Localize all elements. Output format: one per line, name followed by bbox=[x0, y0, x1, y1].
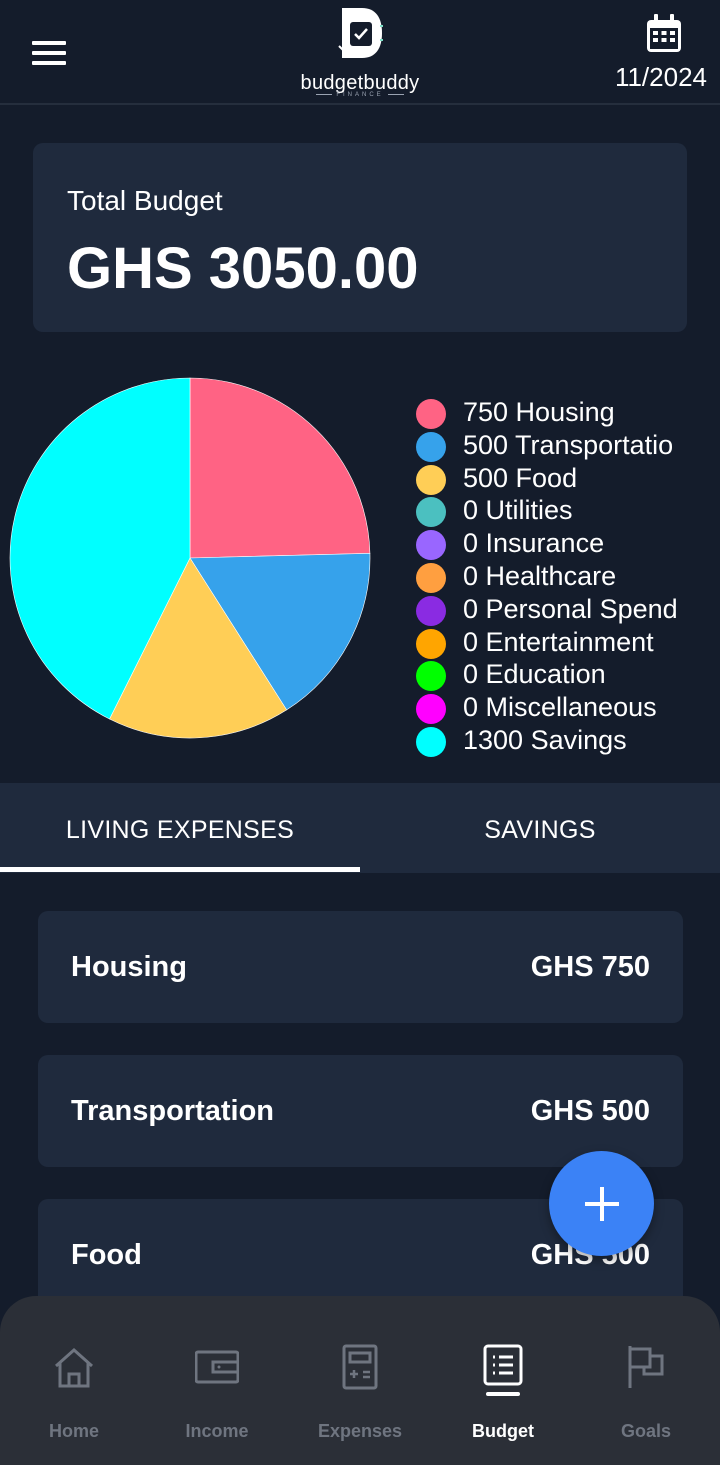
pie-slice-housing bbox=[189, 377, 371, 559]
legend-label: 0 Personal Spend bbox=[463, 593, 678, 624]
legend-label: 1300 Savings bbox=[463, 724, 627, 755]
nav-item-income[interactable]: Income bbox=[145, 1296, 289, 1465]
legend-color-swatch bbox=[416, 431, 446, 462]
legend-label: 0 Insurance bbox=[463, 528, 605, 559]
legend-color-swatch bbox=[416, 497, 446, 528]
bottom-navigation: Home Income Expenses Budget Goals bbox=[0, 1296, 720, 1465]
app-tagline: FINANCE bbox=[290, 92, 430, 98]
list-icon bbox=[483, 1344, 523, 1386]
calendar-icon[interactable] bbox=[646, 14, 682, 54]
tab-living-expenses[interactable]: LIVING EXPENSES bbox=[0, 783, 360, 873]
legend-color-swatch bbox=[416, 562, 446, 593]
category-name: Transportation bbox=[71, 1095, 275, 1127]
legend-label: 0 Education bbox=[463, 659, 606, 690]
category-amount: GHS 500 bbox=[530, 1095, 650, 1127]
legend-label: 0 Utilities bbox=[463, 495, 573, 526]
legend-label: 0 Entertainment bbox=[463, 626, 654, 657]
nav-label: Goals bbox=[620, 1421, 672, 1441]
legend-color-swatch bbox=[416, 694, 446, 725]
active-tab-indicator bbox=[0, 867, 360, 872]
legend-color-swatch bbox=[416, 595, 446, 626]
legend-color-swatch bbox=[416, 530, 446, 561]
category-amount: GHS 750 bbox=[530, 951, 650, 983]
calculator-icon bbox=[342, 1344, 378, 1390]
legend-label: 500 Transportatio bbox=[463, 429, 674, 460]
nav-item-budget[interactable]: Budget bbox=[431, 1296, 575, 1465]
legend-color-swatch bbox=[416, 661, 446, 692]
legend-label: 0 Healthcare bbox=[463, 560, 617, 591]
hamburger-menu-icon[interactable] bbox=[32, 41, 66, 65]
nav-item-goals[interactable]: Goals bbox=[574, 1296, 718, 1465]
legend-label: 500 Food bbox=[463, 462, 578, 493]
active-nav-indicator bbox=[486, 1392, 520, 1396]
legend-item: 0 Education bbox=[416, 659, 716, 692]
legend-item: 0 Insurance bbox=[416, 528, 716, 561]
legend-item: 0 Utilities bbox=[416, 495, 716, 528]
legend-item: 500 Transportatio bbox=[416, 430, 716, 463]
category-card-housing[interactable]: Housing GHS 750 bbox=[38, 911, 683, 1023]
legend-item: 500 Food bbox=[416, 463, 716, 496]
legend-item: 1300 Savings bbox=[416, 725, 716, 758]
legend-item: 0 Miscellaneous bbox=[416, 692, 716, 725]
nav-label: Budget bbox=[472, 1421, 534, 1441]
app-header: budgetbuddy FINANCE 11/2024 bbox=[0, 0, 720, 105]
budget-pie-chart bbox=[9, 377, 371, 739]
nav-label: Income bbox=[185, 1421, 249, 1441]
budget-tabs: LIVING EXPENSES SAVINGS bbox=[0, 783, 720, 873]
legend-item: 0 Entertainment bbox=[416, 627, 716, 660]
app-logo: budgetbuddy FINANCE bbox=[290, 6, 430, 98]
legend-item: 0 Healthcare bbox=[416, 561, 716, 594]
total-budget-card: Total Budget GHS 3050.00 bbox=[33, 143, 687, 332]
legend-color-swatch bbox=[416, 464, 446, 495]
total-budget-label: Total Budget bbox=[67, 185, 223, 216]
nav-item-expenses[interactable]: Expenses bbox=[288, 1296, 432, 1465]
legend-color-swatch bbox=[416, 399, 446, 429]
category-card-transportation[interactable]: Transportation GHS 500 bbox=[38, 1055, 683, 1167]
tab-savings[interactable]: SAVINGS bbox=[360, 783, 720, 873]
legend-color-swatch bbox=[416, 628, 446, 659]
legend-color-swatch bbox=[416, 726, 446, 757]
pie-chart-legend: 750 Housing 500 Transportatio 500 Food 0 Ut… bbox=[416, 397, 716, 758]
total-budget-value: GHS 3050.00 bbox=[67, 236, 419, 301]
nav-label: Home bbox=[48, 1421, 99, 1441]
flag-icon bbox=[628, 1346, 664, 1388]
home-icon bbox=[55, 1347, 93, 1388]
wallet-icon bbox=[195, 1350, 239, 1384]
legend-item: 750 Housing bbox=[416, 397, 716, 430]
category-name: Housing bbox=[71, 951, 187, 983]
selected-month-date[interactable]: 11/2024 bbox=[615, 62, 707, 93]
logo-mark-icon bbox=[338, 8, 383, 58]
category-name: Food bbox=[71, 1239, 142, 1271]
add-category-button[interactable] bbox=[549, 1151, 654, 1256]
legend-label: 750 Housing bbox=[463, 397, 615, 427]
legend-item: 0 Personal Spend bbox=[416, 594, 716, 627]
nav-item-home[interactable]: Home bbox=[2, 1296, 146, 1465]
legend-label: 0 Miscellaneous bbox=[463, 692, 657, 723]
nav-label: Expenses bbox=[317, 1421, 403, 1441]
